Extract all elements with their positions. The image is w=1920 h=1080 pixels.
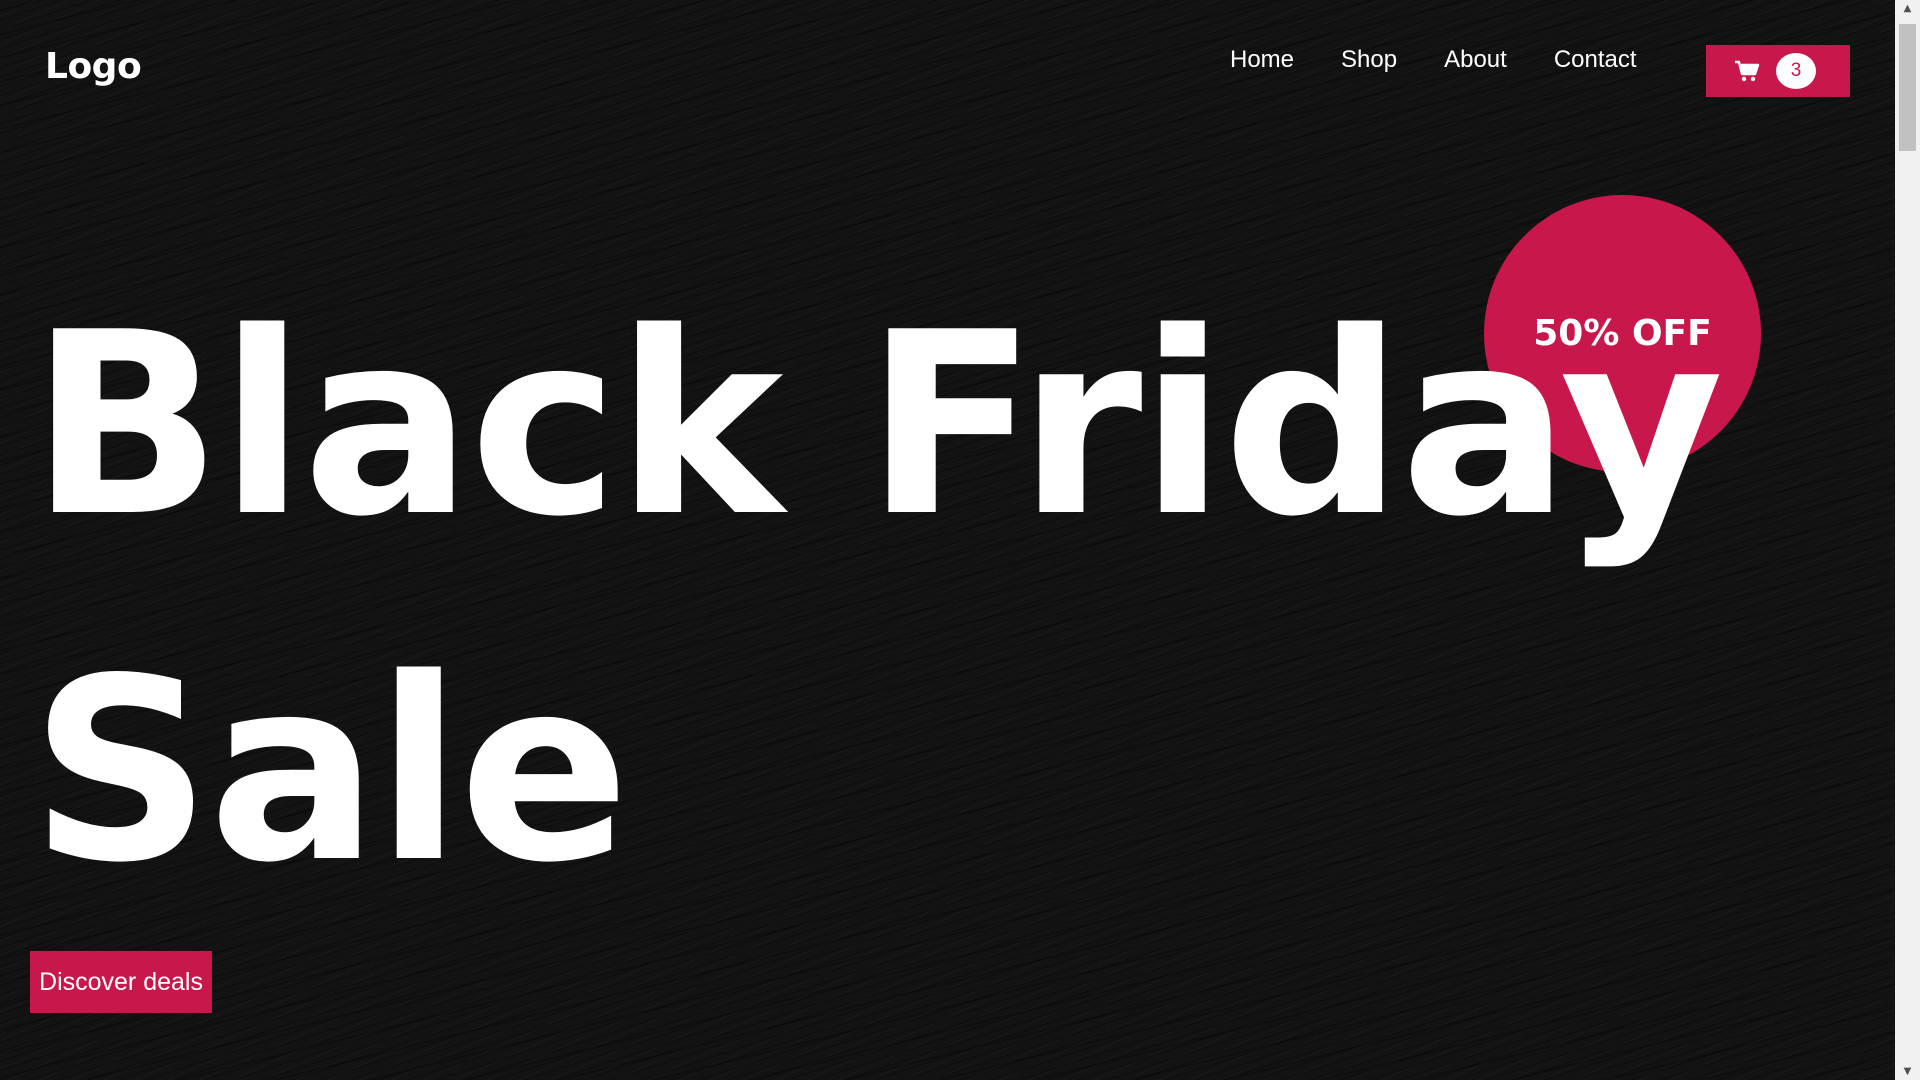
hero-title-line2: Sale bbox=[30, 625, 630, 918]
main-nav: Home Shop About Contact bbox=[1230, 46, 1637, 74]
cart-icon bbox=[1735, 60, 1760, 82]
cart-button[interactable]: 3 bbox=[1706, 45, 1850, 97]
vertical-scrollbar[interactable]: ▲ ▼ bbox=[1895, 0, 1920, 1080]
nav-home[interactable]: Home bbox=[1230, 46, 1294, 74]
nav-contact[interactable]: Contact bbox=[1554, 46, 1637, 74]
discover-deals-button[interactable]: Discover deals bbox=[30, 951, 212, 1013]
logo[interactable]: Logo bbox=[45, 46, 142, 87]
chevron-up-icon[interactable]: ▲ bbox=[1895, 0, 1920, 17]
chevron-down-icon[interactable]: ▼ bbox=[1895, 1063, 1920, 1080]
scrollbar-thumb[interactable] bbox=[1899, 24, 1916, 151]
cart-count-badge: 3 bbox=[1776, 53, 1816, 89]
nav-about[interactable]: About bbox=[1444, 46, 1507, 74]
nav-shop[interactable]: Shop bbox=[1341, 46, 1397, 74]
page: Logo Home Shop About Contact 3 50% OFF B… bbox=[0, 0, 1895, 1080]
hero-title-line1: Black Friday bbox=[30, 279, 1724, 572]
